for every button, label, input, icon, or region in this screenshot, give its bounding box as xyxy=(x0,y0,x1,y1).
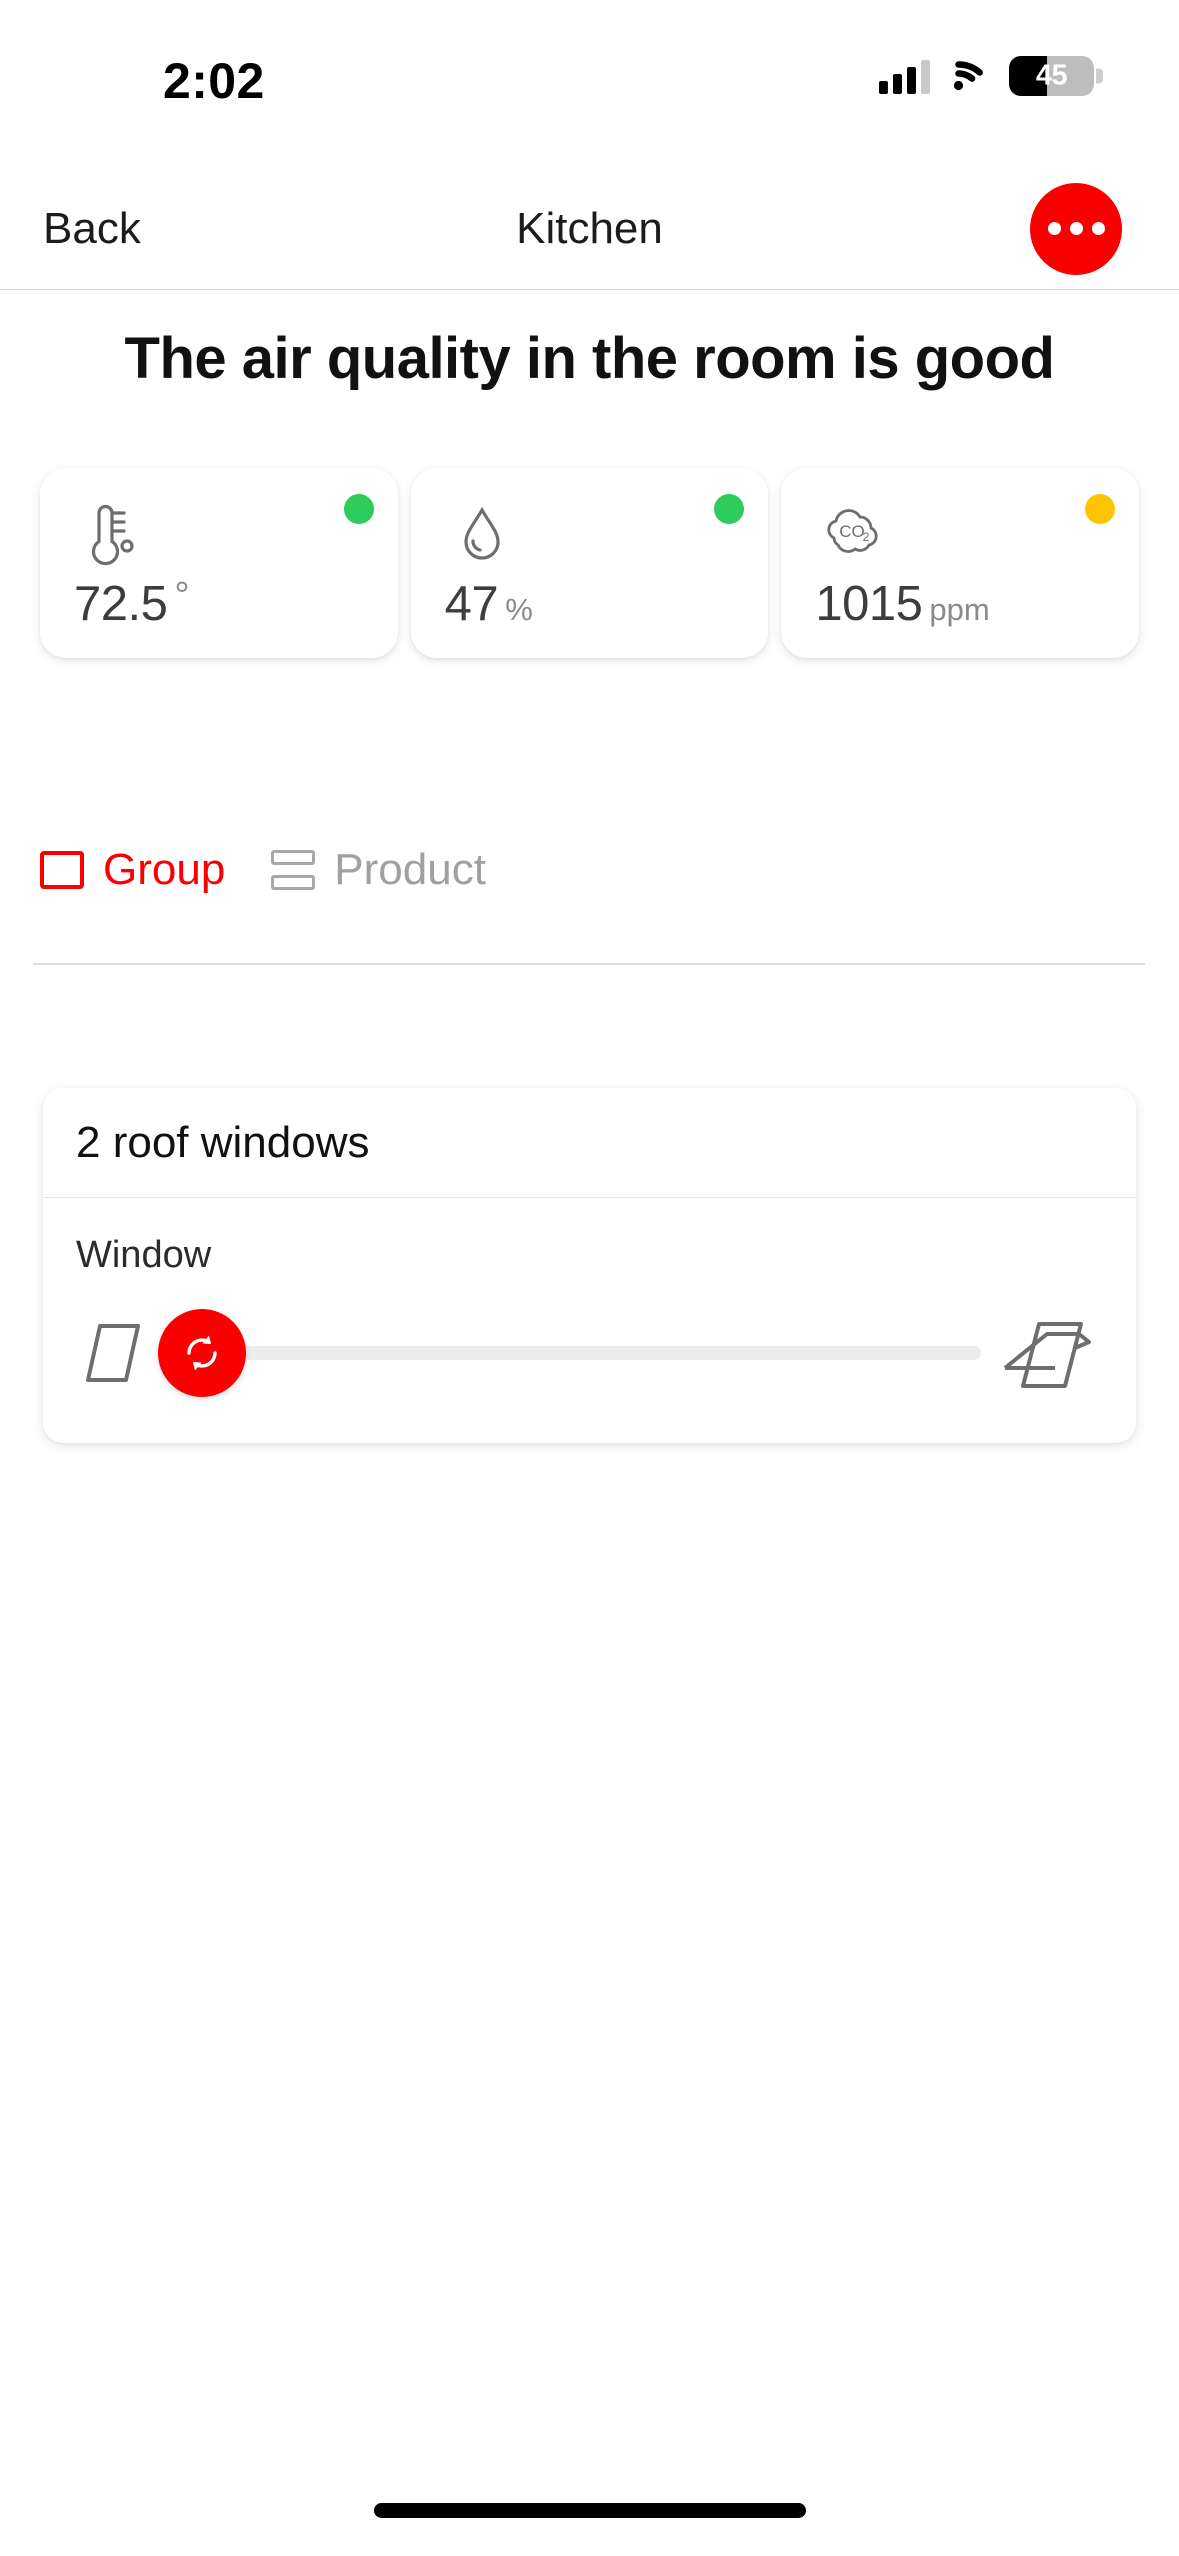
sync-refresh-icon xyxy=(187,1335,217,1371)
svg-text:CO: CO xyxy=(840,522,866,541)
cellular-signal-icon xyxy=(879,58,930,94)
group-card-header[interactable]: 2 roof windows xyxy=(43,1088,1136,1198)
more-options-icon xyxy=(1069,222,1083,235)
thermometer-icon xyxy=(73,496,149,572)
status-dot xyxy=(343,494,374,524)
tab-group[interactable]: Group xyxy=(40,845,225,895)
status-dot xyxy=(714,494,745,524)
product-stack-icon xyxy=(271,850,316,890)
battery-percent-label: 45 xyxy=(1035,59,1068,92)
sensor-value: 47 xyxy=(444,577,499,631)
window-control-label: Window xyxy=(76,1234,212,1276)
co2-cloud-icon: CO 2 xyxy=(814,496,890,572)
tabs-divider xyxy=(33,963,1145,965)
window-slider[interactable] xyxy=(158,1307,981,1399)
status-bar: 2:02 45 xyxy=(0,0,1179,135)
view-mode-tabs: Group Product xyxy=(40,845,486,895)
sensor-value: 72.5 xyxy=(74,577,168,631)
sensor-card-humidity[interactable]: 47 % xyxy=(410,468,769,658)
tab-group-label: Group xyxy=(103,845,226,894)
status-bar-icons: 45 xyxy=(879,56,1103,96)
status-bar-time: 2:02 xyxy=(163,53,265,109)
tab-product[interactable]: Product xyxy=(271,845,486,895)
status-dot xyxy=(1085,494,1116,524)
sensor-unit: ppm xyxy=(929,592,990,627)
more-options-button[interactable] xyxy=(1030,182,1122,275)
tab-product-label: Product xyxy=(334,845,486,894)
app-screen: 2:02 45 Back Kitchen The air quality in … xyxy=(0,0,1179,2556)
humidity-droplet-icon xyxy=(444,496,520,572)
group-card-title: 2 roof windows xyxy=(76,1117,370,1167)
sensor-card-list: 72.5 ° 47 % CO 2 1015 ppm xyxy=(40,468,1140,658)
sensor-readout: 47 % xyxy=(445,576,533,632)
more-options-icon xyxy=(1047,222,1061,235)
navigation-bar: Back Kitchen xyxy=(0,168,1179,290)
window-slider-row xyxy=(76,1307,1103,1399)
sensor-card-co2[interactable]: CO 2 1015 ppm xyxy=(781,468,1140,658)
slider-thumb[interactable] xyxy=(158,1309,246,1397)
more-options-icon xyxy=(1091,222,1105,235)
svg-text:2: 2 xyxy=(863,530,870,544)
home-indicator xyxy=(373,2503,806,2518)
window-closed-icon[interactable] xyxy=(76,1316,150,1390)
sensor-readout: 72.5 ° xyxy=(74,575,190,632)
group-square-icon xyxy=(40,851,84,889)
wifi-icon xyxy=(947,59,992,93)
sensor-card-temperature[interactable]: 72.5 ° xyxy=(40,468,398,658)
sensor-unit: % xyxy=(505,592,533,627)
sensor-unit: ° xyxy=(174,575,190,617)
battery-icon: 45 xyxy=(1009,56,1103,96)
sensor-value: 1015 xyxy=(815,577,923,631)
air-quality-headline: The air quality in the room is good xyxy=(124,326,1055,391)
group-card-body: Window xyxy=(43,1198,1136,1443)
window-open-icon[interactable] xyxy=(993,1310,1103,1396)
group-card: 2 roof windows Window xyxy=(43,1088,1136,1443)
page-title: Kitchen xyxy=(516,203,663,253)
slider-track[interactable] xyxy=(224,1346,981,1360)
sensor-readout: 1015 ppm xyxy=(815,576,989,632)
